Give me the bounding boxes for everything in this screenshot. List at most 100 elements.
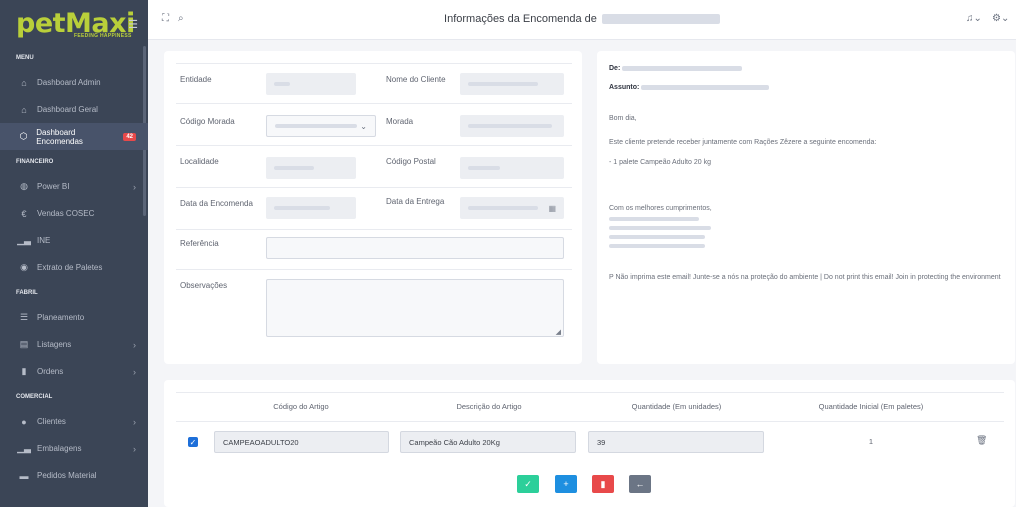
data-entrega-field[interactable]: ▦ [460, 197, 564, 219]
user-icon: ● [21, 416, 27, 427]
column-header: Descrição do Artigo [456, 402, 522, 411]
sidebar-item-dashboard-geral[interactable]: ⌂ Dashboard Geral [0, 96, 148, 123]
section-financeiro: FINANCEIRO [16, 158, 54, 165]
chart-icon: ◍ [20, 181, 28, 191]
morada-field[interactable] [460, 115, 564, 137]
divider [176, 421, 1004, 422]
sidebar-item-label: Listagens [37, 340, 72, 349]
menu-toggle-icon[interactable]: ☰ [128, 18, 138, 31]
codigo-artigo-input[interactable]: CAMPEAOADULTO20 [214, 431, 389, 453]
sidebar-item-planeamento[interactable]: ☰ Planeamento [0, 304, 148, 331]
localidade-label: Localidade [180, 157, 219, 166]
email-from-label: De: [609, 65, 621, 72]
page-title-text: Informações da Encomenda de [444, 13, 597, 25]
sidebar-item-label: Planeamento [37, 313, 85, 322]
email-footer: P Não imprima este email! Junte-se a nós… [609, 274, 1001, 281]
eye-icon: ◉ [20, 262, 28, 272]
email-from: De: [609, 65, 743, 72]
sidebar-item-label: Pedidos Material [37, 471, 97, 480]
sidebar-item-listagens[interactable]: ▤ Listagens › [0, 331, 148, 358]
divider [176, 145, 572, 146]
back-button[interactable]: ← [629, 475, 651, 493]
page-title: Informações da Encomenda de [148, 13, 1016, 25]
nome-cliente-field[interactable] [460, 73, 564, 95]
email-subject-label: Assunto: [609, 84, 640, 91]
list-icon: ▤ [19, 339, 29, 349]
confirm-button[interactable]: ✓ [517, 475, 539, 493]
codigo-postal-label: Código Postal [386, 157, 436, 166]
home-icon: ⌂ [21, 77, 27, 88]
entidade-label: Entidade [180, 75, 212, 84]
add-row-button[interactable]: + [555, 475, 577, 493]
sidebar-item-clientes[interactable]: ● Clientes › [0, 408, 148, 435]
section-comercial: COMERCIAL [16, 393, 53, 400]
check-icon: ✓ [524, 478, 532, 489]
sidebar-item-dashboard-admin[interactable]: ⌂ Dashboard Admin [0, 69, 148, 96]
sidebar-item-label: Extrato de Paletes [37, 263, 103, 272]
sidebar-item-embalagens[interactable]: ▁▃ Embalagens › [0, 435, 148, 462]
email-body-line: Este cliente pretende receber juntamente… [609, 139, 877, 146]
sidebar-item-label: Dashboard Geral [37, 105, 98, 114]
count-badge: 42 [123, 132, 136, 141]
sidebar-item-dashboard-encomendas[interactable]: ⬡ Dashboard Encomendas 42 [0, 123, 148, 150]
sidebar-item-label: Clientes [37, 417, 66, 426]
delete-button[interactable]: ▮ [592, 475, 614, 493]
entidade-field[interactable] [266, 73, 356, 95]
resize-handle-icon[interactable]: ◢ [556, 328, 561, 336]
codigo-morada-select[interactable]: ⌄ [266, 115, 376, 137]
document-icon: ▮ [21, 366, 27, 376]
bell-icon[interactable]: ♫⌄ [966, 13, 982, 24]
list-icon: ☰ [19, 312, 29, 322]
cube-icon: ⬡ [19, 131, 28, 141]
email-subject: Assunto: [609, 84, 770, 91]
sidebar-item-ine[interactable]: ▁▃ INE [0, 227, 148, 254]
sidebar-item-label: INE [37, 236, 51, 245]
email-card: De: Assunto: Bom dia, Este cliente prete… [597, 51, 1015, 364]
trash-icon[interactable]: 🗑 [976, 435, 987, 446]
euro-icon: € [21, 208, 27, 219]
order-form-card: Entidade Nome do Cliente Código Morada ⌄… [164, 51, 582, 364]
chevron-right-icon: › [133, 443, 136, 454]
divider [176, 229, 572, 230]
morada-label: Morada [386, 117, 414, 126]
gear-icon[interactable]: ⚙⌄ [992, 13, 1009, 24]
chart-icon: ▁▃ [17, 235, 31, 245]
descricao-artigo-input[interactable]: Campeão Cão Adulto 20Kg [400, 431, 576, 453]
sidebar-item-label: Embalagens [37, 444, 82, 453]
nome-cliente-label: Nome do Cliente [386, 75, 446, 84]
sidebar-item-label: Dashboard Admin [37, 78, 101, 87]
localidade-field[interactable] [266, 157, 356, 179]
chevron-down-icon: ⌄ [360, 121, 367, 131]
truck-icon: ▬ [19, 470, 29, 481]
section-fabril: FABRIL [16, 289, 38, 296]
row-checkbox[interactable]: ✓ [188, 437, 198, 447]
logo-tagline: FEEDING HAPPINESS [74, 33, 132, 39]
sidebar-item-vendas-cosec[interactable]: € Vendas COSEC [0, 200, 148, 227]
section-menu: MENU [16, 54, 34, 61]
redacted-client-name [601, 14, 720, 25]
referencia-input[interactable] [266, 237, 564, 259]
quantidade-input[interactable]: 39 [588, 431, 764, 453]
quantidade-paletes-value: 1 [868, 437, 874, 446]
column-header: Quantidade (Em unidades) [631, 402, 722, 411]
sidebar-item-extrato-paletes[interactable]: ◉ Extrato de Paletes [0, 254, 148, 281]
observacoes-textarea[interactable]: ◢ [266, 279, 564, 337]
chevron-right-icon: › [133, 181, 136, 192]
sidebar-item-ordens[interactable]: ▮ Ordens › [0, 358, 148, 385]
codigo-postal-field[interactable] [460, 157, 564, 179]
divider [176, 103, 572, 104]
chevron-right-icon: › [133, 366, 136, 377]
sidebar-item-pedidos-material[interactable]: ▬ Pedidos Material [0, 462, 148, 489]
sidebar-item-power-bi[interactable]: ◍ Power BI › [0, 173, 148, 200]
divider [176, 187, 572, 188]
redacted-signature [609, 217, 719, 257]
email-greeting: Bom dia, [609, 115, 637, 122]
check-icon: ✓ [189, 437, 197, 447]
logo[interactable]: petMaxi FEEDING HAPPINESS ☰ [0, 0, 148, 46]
data-encomenda-field[interactable] [266, 197, 356, 219]
topbar: ⛶ ⌕ Informações da Encomenda de ♫⌄ ⚙⌄ [148, 0, 1016, 40]
plus-icon: + [563, 479, 569, 489]
chart-icon: ▁▃ [17, 443, 31, 453]
sidebar-item-label: Vendas COSEC [37, 209, 95, 218]
data-entrega-label: Data da Entrega [386, 197, 445, 206]
